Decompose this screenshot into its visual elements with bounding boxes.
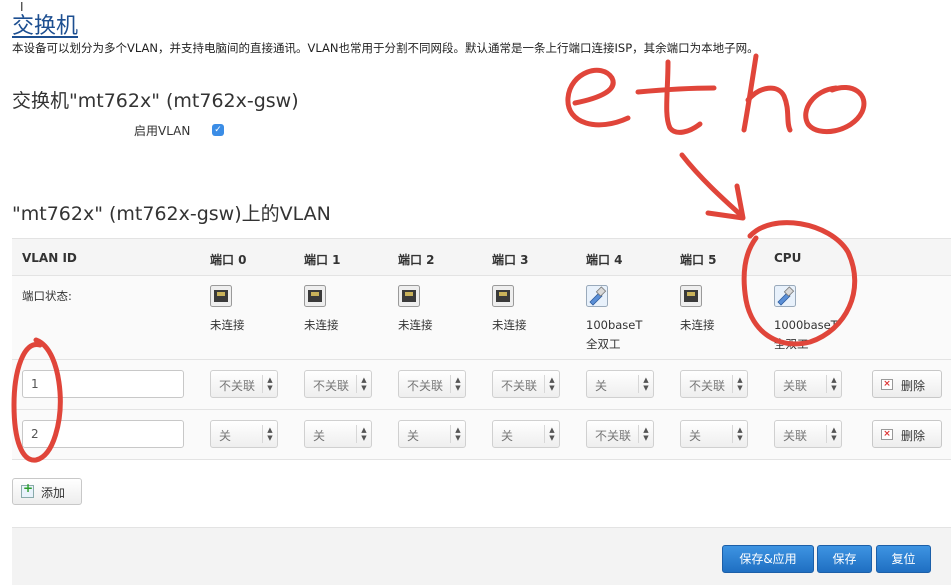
handwritten-annotation-overlay bbox=[11, 53, 867, 463]
